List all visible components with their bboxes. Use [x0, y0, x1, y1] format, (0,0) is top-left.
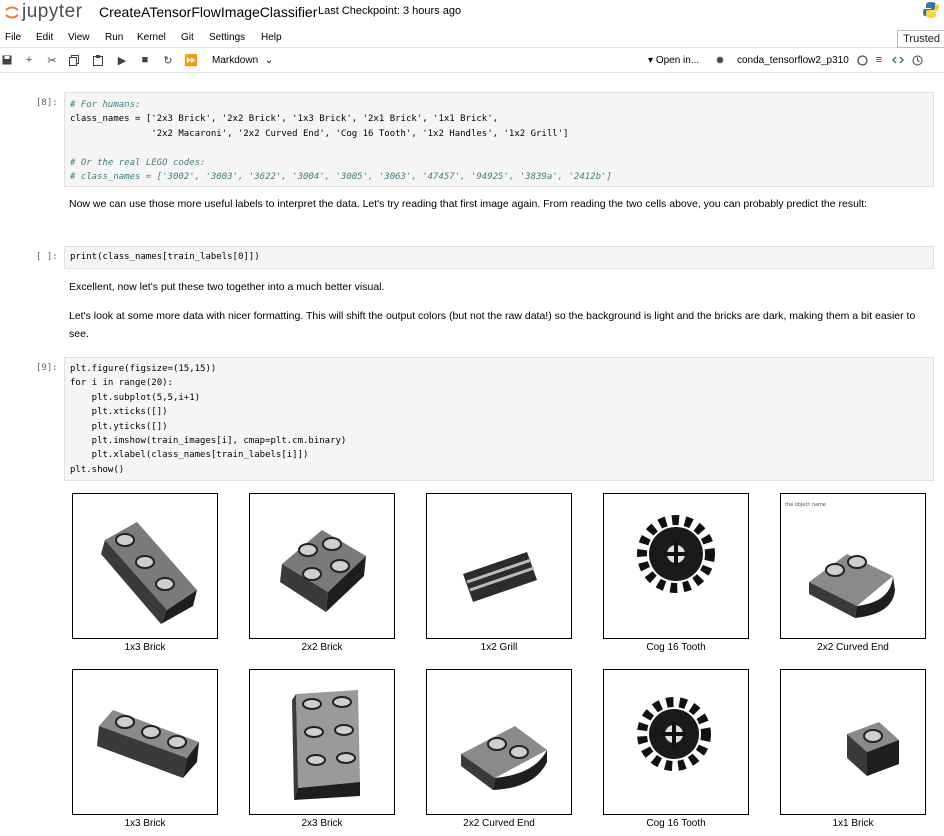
restart-run-all-icon[interactable]: ⏩	[184, 53, 198, 67]
menu-lines-icon[interactable]: ≡	[872, 53, 886, 67]
brick-image	[249, 493, 395, 639]
code-line: class_names = ['2x3 Brick', '2x2 Brick',…	[70, 114, 499, 125]
code-line: # For humans:	[70, 100, 141, 110]
menu-help[interactable]: Help	[261, 32, 282, 43]
tile-caption-text: the object name	[785, 502, 826, 508]
markdown-cell-formatting[interactable]: Let's look at some more data with nicer …	[69, 307, 919, 343]
menu-run[interactable]: Run	[105, 32, 123, 43]
image-label: 2x2 Curved End	[817, 642, 889, 653]
menu-edit[interactable]: Edit	[36, 32, 53, 43]
brick-image	[72, 669, 218, 815]
save-icon[interactable]	[0, 53, 14, 67]
code-line: plt.figure(figsize=(15,15))	[70, 364, 217, 374]
image-label: 1x2 Grill	[480, 642, 518, 653]
menu-view[interactable]: View	[68, 32, 90, 43]
checkpoint-status: Last Checkpoint: 3 hours ago	[318, 5, 462, 17]
image-label: Cog 16 Tooth	[646, 818, 706, 829]
markdown-cell-interpret[interactable]: Now we can use those more useful labels …	[69, 195, 919, 213]
clock-icon[interactable]	[910, 53, 924, 67]
code-line: print(class_names[train_labels[0]])	[70, 252, 260, 262]
brick-image	[249, 669, 395, 815]
caret-down-icon: ▾	[648, 55, 654, 66]
image-label: 2x2 Brick	[301, 642, 343, 653]
chevron-down-icon: ⌄	[264, 55, 274, 66]
code-line: plt.xticks([])	[70, 407, 168, 418]
image-label: 2x2 Curved End	[463, 818, 535, 829]
code-line: # class_names = ['3002', '3003', '3622',…	[70, 172, 612, 183]
open-in-button[interactable]: ▾ Open in...	[648, 55, 699, 66]
image-label: 1x3 Brick	[124, 642, 166, 653]
python-logo-icon	[923, 2, 939, 18]
run-icon[interactable]: ▶	[115, 53, 129, 67]
kernel-status-icon	[855, 53, 869, 67]
notebook-toolbar: + ✂ ▶ ■ ↻ ⏩ Markdown ⌄ ▾ Open in... ✹ co…	[0, 50, 944, 73]
image-label: Cog 16 Tooth	[646, 642, 706, 653]
debugger-icon[interactable]: ✹	[713, 53, 727, 67]
brick-image	[426, 493, 572, 639]
code-cell-print[interactable]: print(class_names[train_labels[0]])	[64, 246, 934, 269]
stop-icon[interactable]: ■	[138, 53, 152, 67]
code-line: plt.xlabel(class_names[train_labels[i]])	[70, 450, 309, 461]
add-cell-icon[interactable]: +	[22, 53, 36, 67]
brick-image	[72, 493, 218, 639]
brick-image	[426, 669, 572, 815]
code-line: plt.show()	[70, 464, 125, 475]
trusted-indicator[interactable]: Trusted	[897, 30, 944, 48]
code-toggle-icon[interactable]	[891, 53, 905, 67]
code-line: plt.subplot(5,5,i+1)	[70, 392, 201, 403]
image-label: 1x3 Brick	[124, 818, 166, 829]
menu-bar: File Edit View Run Kernel Git Settings H…	[0, 29, 944, 48]
cell-type-select[interactable]: Markdown ⌄	[212, 55, 273, 66]
cell-prompt: [9]:	[36, 363, 58, 373]
paste-icon[interactable]	[91, 53, 105, 67]
code-line: for i in range(20):	[70, 378, 173, 389]
jupyter-logo[interactable]: jupyter	[4, 1, 83, 23]
header: jupyter CreateATensorFlowImageClassifier…	[0, 0, 944, 28]
code-line: plt.yticks([])	[70, 421, 168, 432]
menu-settings[interactable]: Settings	[209, 32, 245, 43]
code-line: # Or the real LEGO codes:	[70, 157, 206, 168]
menu-git[interactable]: Git	[181, 32, 194, 43]
code-line: '2x2 Macaroni', '2x2 Curved End', 'Cog 1…	[70, 128, 569, 139]
markdown-cell-excellent[interactable]: Excellent, now let's put these two toget…	[69, 278, 919, 296]
jupyter-wordmark: jupyter	[22, 1, 83, 22]
code-line: plt.imshow(train_images[i], cmap=plt.cm.…	[70, 436, 347, 447]
code-cell-class-names[interactable]: # For humans: class_names = ['2x3 Brick'…	[64, 92, 934, 187]
kernel-name[interactable]: conda_tensorflow2_p310	[737, 55, 849, 66]
cell-prompt: [ ]:	[36, 252, 58, 262]
open-in-label: Open in...	[655, 55, 700, 66]
cut-icon[interactable]: ✂	[45, 53, 59, 67]
cell-prompt: [8]:	[36, 98, 58, 108]
image-label: 2x3 Brick	[301, 818, 343, 829]
jupyter-icon	[5, 6, 19, 19]
notebook-title[interactable]: CreateATensorFlowImageClassifier	[99, 4, 317, 20]
brick-image	[780, 669, 926, 815]
brick-image: the object name	[780, 493, 926, 639]
copy-icon[interactable]	[67, 53, 81, 67]
notebook-panel: [8]: # For humans: class_names = ['2x3 B…	[0, 73, 944, 836]
menu-file[interactable]: File	[5, 32, 21, 43]
gear-image	[603, 493, 749, 639]
menu-kernel[interactable]: Kernel	[137, 32, 166, 43]
image-label: 1x1 Brick	[832, 818, 874, 829]
code-cell-plot[interactable]: plt.figure(figsize=(15,15)) for i in ran…	[64, 357, 934, 481]
restart-icon[interactable]: ↻	[161, 53, 175, 67]
gear-image	[603, 669, 749, 815]
cell-type-value: Markdown	[212, 55, 259, 66]
